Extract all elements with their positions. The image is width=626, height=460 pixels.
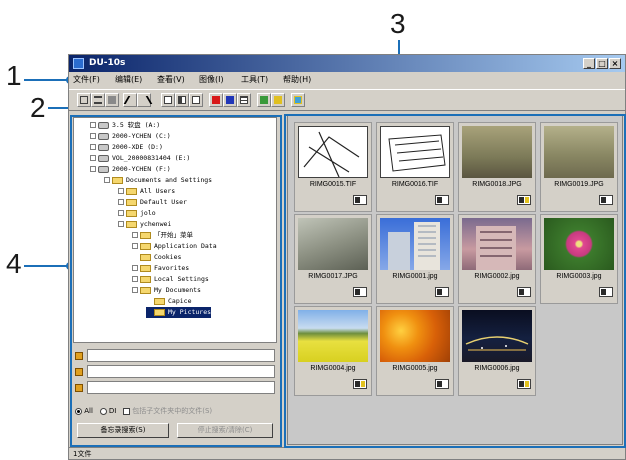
window-title: DU-10s [89, 58, 126, 68]
callout-1-line [24, 79, 68, 81]
menu-tools[interactable]: 工具(T) [241, 73, 268, 87]
minimize-button[interactable]: _ [583, 58, 595, 69]
callout-4: 4 [6, 248, 22, 279]
convert-icon[interactable] [257, 93, 271, 107]
callout-2-line [48, 107, 70, 109]
status-bar: 1文件 [69, 447, 625, 460]
edit-icon[interactable] [271, 93, 285, 107]
table-icon[interactable] [237, 93, 251, 107]
red-color-icon[interactable] [209, 93, 223, 107]
grid-pane-icon[interactable] [189, 93, 203, 107]
status-text: 1文件 [73, 450, 92, 458]
folder-pane-highlight [70, 115, 282, 447]
blue-color-icon[interactable] [223, 93, 237, 107]
slideshow-icon[interactable] [291, 93, 305, 107]
callout-4-line [24, 265, 68, 267]
menu-bar: 文件(F) 编辑(E) 查看(V) 图像(I) 工具(T) 帮助(H) [69, 73, 625, 87]
thumbnail-pane-highlight [284, 114, 626, 448]
menu-help[interactable]: 帮助(H) [283, 73, 311, 87]
single-pane-icon[interactable] [161, 93, 175, 107]
menu-view[interactable]: 查看(V) [157, 73, 185, 87]
callout-3: 3 [390, 8, 406, 39]
list-view-icon[interactable] [91, 93, 105, 107]
callout-2: 2 [30, 92, 46, 123]
detail-view-icon[interactable] [105, 93, 119, 107]
title-bar: DU-10s _ □ × [69, 55, 625, 72]
rotate-left-icon[interactable] [123, 93, 139, 107]
close-button[interactable]: × [609, 58, 621, 69]
menu-file[interactable]: 文件(F) [73, 73, 100, 87]
thumbnail-view-icon[interactable] [77, 93, 91, 107]
menu-edit[interactable]: 编辑(E) [115, 73, 142, 87]
toolbar [69, 89, 625, 111]
rotate-right-icon[interactable] [137, 93, 153, 107]
callout-1: 1 [6, 60, 22, 91]
menu-image[interactable]: 图像(I) [199, 73, 224, 87]
maximize-button[interactable]: □ [596, 58, 608, 69]
dual-pane-icon[interactable] [175, 93, 189, 107]
app-icon [73, 58, 84, 69]
